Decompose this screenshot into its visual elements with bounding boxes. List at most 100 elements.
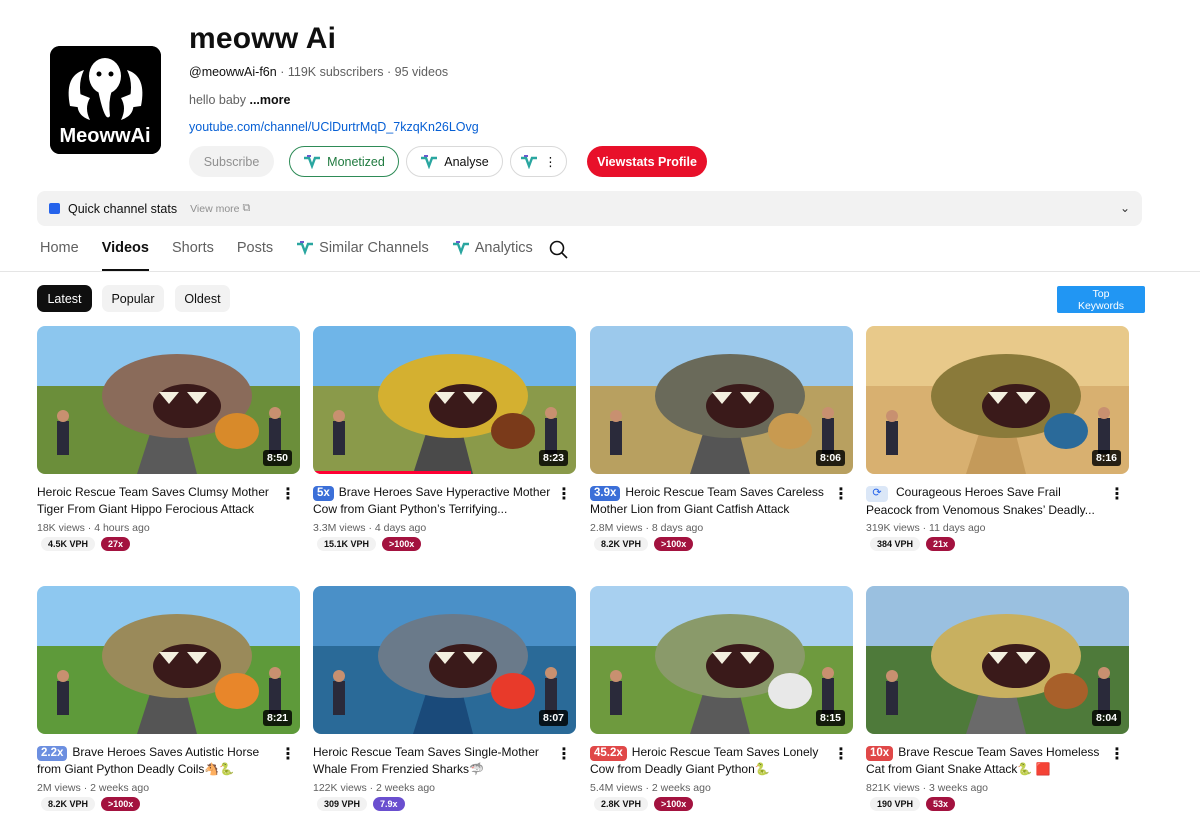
- view-count: 122K views: [313, 782, 367, 794]
- analyse-button[interactable]: Analyse: [406, 146, 503, 177]
- more-vertical-icon[interactable]: ⋮: [556, 744, 572, 764]
- tab-posts-label: Posts: [236, 240, 274, 256]
- video-title[interactable]: Brave Heroes Saves Autistic Horse from G…: [37, 745, 259, 776]
- video-card[interactable]: 8:21 2.2x Brave Heroes Saves Autistic Hors…: [37, 586, 300, 811]
- video-meta: 3.3M views · 4 days ago: [313, 522, 576, 534]
- thumbnail-image: [37, 586, 300, 734]
- video-thumbnail[interactable]: 8:23: [313, 326, 576, 474]
- subscriber-count: 119K subscribers: [287, 65, 384, 79]
- refresh-icon[interactable]: ⟳: [866, 485, 888, 502]
- video-duration: 8:04: [1091, 710, 1121, 726]
- monetized-label: Monetized: [327, 154, 385, 169]
- video-title[interactable]: Courageous Heroes Save Frail Peacock fro…: [866, 485, 1095, 517]
- video-thumbnail[interactable]: 8:06: [590, 326, 853, 474]
- tab-videos[interactable]: Videos: [101, 240, 149, 271]
- video-title[interactable]: Heroic Rescue Team Saves Careless Mother…: [590, 485, 824, 516]
- video-title-row: 45.2x Heroic Rescue Team Saves Lonely Cow…: [590, 744, 853, 778]
- video-card[interactable]: 8:07 Heroic Rescue Team Saves Single-Moth…: [313, 586, 576, 811]
- video-thumbnail[interactable]: 8:07: [313, 586, 576, 734]
- more-vertical-icon[interactable]: ⋮: [833, 744, 849, 764]
- tab-posts[interactable]: Posts: [237, 240, 273, 271]
- video-card[interactable]: 8:15 45.2x Heroic Rescue Team Saves Lonely…: [590, 586, 853, 811]
- channel-url-link[interactable]: youtube.com/channel/UClDurtrMqD_7kzqKn26…: [189, 120, 479, 134]
- upload-age: 8 days ago: [651, 522, 704, 534]
- view-more-link[interactable]: View more: [190, 203, 239, 215]
- view-count: 3.3M views: [313, 522, 366, 534]
- monetized-button[interactable]: Monetized: [289, 146, 399, 177]
- subscribe-button[interactable]: Subscribe: [189, 146, 274, 177]
- meta-separator: ·: [280, 65, 285, 79]
- video-stat-tags: 15.1K VPH >100x: [313, 537, 576, 551]
- analyse-label: Analyse: [444, 154, 489, 169]
- video-stat-tags: 8.2K VPH >100x: [37, 797, 300, 811]
- search-icon[interactable]: [548, 239, 570, 261]
- multiplier-badge: 7.9x: [373, 797, 405, 811]
- channel-avatar[interactable]: MeowwAi: [50, 46, 161, 154]
- outlier-score-badge: 2.2x: [37, 746, 68, 761]
- upload-age: 4 days ago: [374, 522, 427, 534]
- video-thumbnail[interactable]: 8:04: [866, 586, 1129, 734]
- video-duration: 8:50: [262, 450, 292, 466]
- view-count: 5.4M views: [590, 782, 643, 794]
- video-title[interactable]: Brave Rescue Team Saves Homeless Cat fro…: [866, 745, 1099, 776]
- tab-similar-channels[interactable]: Similar Channels: [296, 240, 429, 271]
- video-title[interactable]: Heroic Rescue Team Saves Single-Mother W…: [313, 745, 539, 776]
- thumbnail-image: [866, 586, 1129, 734]
- thumbnail-image: [313, 586, 576, 734]
- video-card[interactable]: 8:23 5x Brave Heroes Save Hyperactive Moth…: [313, 326, 576, 551]
- description-more-link[interactable]: ...more: [249, 93, 290, 107]
- more-vertical-icon[interactable]: ⋮: [833, 484, 849, 504]
- upload-age: 2 weeks ago: [651, 782, 711, 794]
- tab-shorts[interactable]: Shorts: [172, 240, 214, 271]
- video-title-row: 2.2x Brave Heroes Saves Autistic Horse fr…: [37, 744, 300, 778]
- video-thumbnail[interactable]: 8:15: [590, 586, 853, 734]
- vph-badge: 15.1K VPH: [317, 537, 377, 551]
- meta-separator: ·: [369, 782, 374, 794]
- tab-videos-label: Videos: [101, 240, 149, 256]
- view-count: 2.8M views: [590, 522, 643, 534]
- channel-description: hello baby ...more: [189, 93, 290, 107]
- video-duration: 8:23: [538, 450, 568, 466]
- video-title-row: 3.9x Heroic Rescue Team Saves Careless Mo…: [590, 484, 853, 518]
- video-title[interactable]: Heroic Rescue Team Saves Clumsy Mother T…: [37, 485, 269, 516]
- chip-latest[interactable]: Latest: [37, 285, 92, 312]
- more-vertical-icon[interactable]: ⋮: [556, 484, 572, 504]
- video-thumbnail[interactable]: 8:21: [37, 586, 300, 734]
- more-vertical-icon[interactable]: ⋮: [1109, 484, 1125, 504]
- viewstats-profile-button[interactable]: Viewstats Profile: [587, 146, 707, 177]
- viewstats-more-button[interactable]: ⋮: [510, 146, 567, 177]
- upload-age: 4 hours ago: [94, 522, 150, 534]
- viewstats-icon: [297, 241, 314, 255]
- view-count: 319K views: [866, 522, 920, 534]
- meta-separator: ·: [922, 782, 927, 794]
- top-keywords-button[interactable]: Top Keywords: [1057, 286, 1145, 313]
- video-card[interactable]: 8:50 Heroic Rescue Team Saves Clumsy Moth…: [37, 326, 300, 551]
- video-card[interactable]: 8:04 10x Brave Rescue Team Saves Homeless …: [866, 586, 1129, 811]
- video-meta: 2M views · 2 weeks ago: [37, 782, 300, 794]
- video-duration: 8:16: [1091, 450, 1121, 466]
- quick-channel-stats-bar[interactable]: Quick channel stats View more ⧉ ⌄: [37, 191, 1142, 226]
- more-vertical-icon[interactable]: ⋮: [280, 744, 296, 764]
- chevron-down-icon[interactable]: ⌄: [1120, 201, 1130, 215]
- tab-home[interactable]: Home: [40, 240, 79, 271]
- more-vertical-icon: ⋮: [544, 155, 557, 169]
- video-card[interactable]: 8:16 ⟳ Courageous Heroes Save Frail Peacoc…: [866, 326, 1129, 551]
- viewstats-profile-label: Viewstats Profile: [597, 154, 697, 169]
- video-thumbnail[interactable]: 8:16: [866, 326, 1129, 474]
- chip-oldest[interactable]: Oldest: [175, 285, 230, 312]
- outlier-score-badge: 3.9x: [590, 486, 621, 501]
- video-thumbnail[interactable]: 8:50: [37, 326, 300, 474]
- upload-age: 2 weeks ago: [90, 782, 150, 794]
- channel-meta: @meowwAi-f6n · 119K subscribers · 95 vid…: [189, 65, 448, 79]
- video-stat-tags: 8.2K VPH >100x: [590, 537, 853, 551]
- more-vertical-icon[interactable]: ⋮: [280, 484, 296, 504]
- tab-analytics[interactable]: Analytics: [452, 240, 533, 271]
- chip-popular[interactable]: Popular: [102, 285, 164, 312]
- video-stat-tags: 4.5K VPH 27x: [37, 537, 300, 551]
- description-text: hello baby: [189, 93, 246, 107]
- more-vertical-icon[interactable]: ⋮: [1109, 744, 1125, 764]
- video-title[interactable]: Brave Heroes Save Hyperactive Mother Cow…: [313, 485, 550, 516]
- vph-badge: 384 VPH: [870, 537, 921, 551]
- thumbnail-image: [313, 326, 576, 474]
- video-card[interactable]: 8:06 3.9x Heroic Rescue Team Saves Careles…: [590, 326, 853, 551]
